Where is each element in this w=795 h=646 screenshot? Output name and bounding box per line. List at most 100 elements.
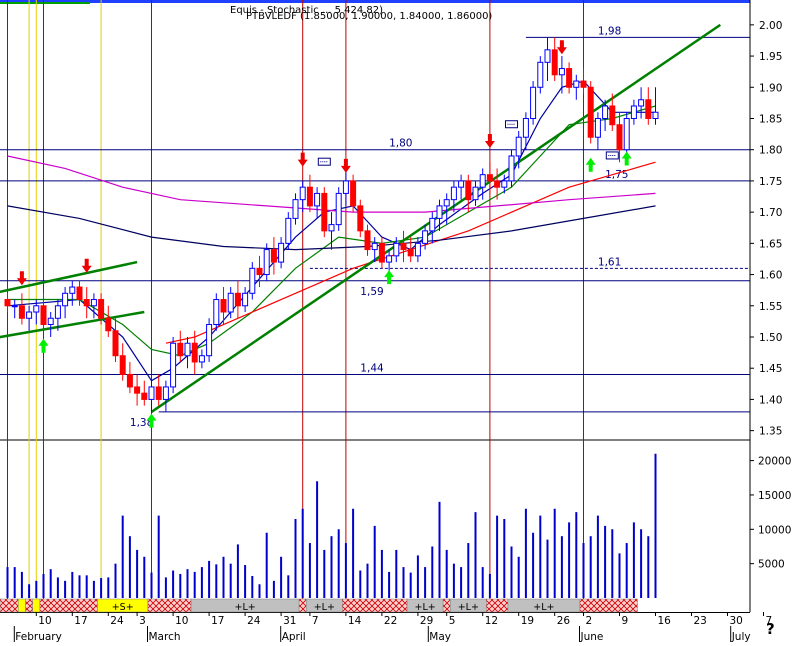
candle-body [119,355,126,375]
candle-body [458,180,465,188]
date-label: 3 [139,615,146,627]
signal-strip-label: +L+ [458,602,479,613]
sell-arrow-icon [340,158,351,173]
candle-body [148,386,155,400]
candle-body [472,186,479,201]
candle-body [551,49,558,76]
sell-arrow-icon [297,152,308,167]
date-label: 5 [449,615,456,627]
candle-body [530,86,537,119]
candle-body [616,124,623,151]
candle-body [134,386,141,394]
price-axis-label: 1.95 [759,51,782,63]
date-label: 9 [622,615,629,627]
candle-body [645,99,652,119]
candle-body [162,386,169,400]
candle-body [299,186,306,201]
candle-body [515,136,522,157]
price-axis-label: 2.00 [759,20,782,32]
volume-axis-label: 15000 [758,490,791,502]
date-label: 19 [521,615,534,627]
help-question-button[interactable]: ? [766,620,775,638]
candle-body [479,174,486,188]
candle-body [350,180,357,207]
candle-body [566,68,573,88]
candle-body [342,180,349,194]
candle-body [270,249,277,263]
buy-arrow-icon [585,157,596,172]
candle-body [508,155,515,182]
signal-strip-label: +S+ [112,602,134,613]
candle-body [76,286,83,301]
candle-body [407,249,414,257]
candle-body [90,299,97,307]
candle-body [558,68,565,76]
candle-body [371,242,378,251]
candle-body [429,217,436,232]
trend-line [150,23,722,413]
candle-body [335,192,342,226]
candle-body [364,230,371,251]
price-axis-label: 1.60 [759,270,782,282]
candle-body [263,249,270,276]
month-label: February [15,631,62,642]
candle-body [155,386,162,400]
candle-body [105,317,112,332]
price-axis-label: 1.90 [759,82,782,94]
signal-strip-label: +L+ [234,602,255,613]
level-label: 1,59 [360,286,383,298]
candle-body [54,305,61,319]
price-axis-label: 1.40 [759,394,782,406]
candle-body [443,199,450,207]
signal-strip-segment [486,598,509,613]
candle-body [393,242,400,257]
date-label: 2 [586,615,593,627]
price-axis-label: 1.75 [759,176,782,188]
buy-arrow-icon [621,151,632,166]
signal-strip-label: +L+ [533,602,554,613]
signal-strip-label: +L+ [314,602,335,613]
month-label: April [282,631,306,642]
month-label: May [429,631,451,642]
price-axis-label: 1.55 [759,301,782,313]
date-label: 31 [283,615,296,627]
candle-body [328,224,335,232]
candle-body [191,342,198,363]
candle-body [83,299,90,307]
candle-body [652,111,659,119]
level-label: 1,80 [389,138,412,150]
candle-body [450,186,457,201]
volume-axis-label: 10000 [758,524,791,536]
candle-body [234,292,241,307]
date-label: 29 [420,615,433,627]
date-label: 24 [247,615,261,627]
buy-arrow-icon [384,270,395,285]
title-line-2: PTBVLEDF (1.85000, 1.90000, 1.84000, 1.8… [246,11,492,22]
candle-body [357,205,364,232]
date-label: 10 [38,615,51,627]
candle-body [98,299,105,319]
date-label: 16 [658,615,672,627]
date-label: 10 [175,615,188,627]
candle-body [33,305,40,313]
candle-body [213,299,220,326]
price-axis-label: 1.70 [759,207,782,219]
candle-body [414,242,421,257]
signal-strip-label: +L+ [414,602,435,613]
candle-body [4,299,11,307]
candle-body [112,330,119,357]
date-label: 17 [74,615,87,627]
candle-body [522,117,529,138]
date-label: 26 [557,615,571,627]
price-axis-label: 1.35 [759,426,782,438]
candle-body [220,299,227,313]
date-label: 12 [485,615,498,627]
candle-body [544,49,551,63]
date-label: 17 [211,615,224,627]
signal-strip-segment [298,598,307,613]
signal-strip-segment [32,598,41,613]
candle-body [638,99,645,107]
price-axis-label: 1.50 [759,332,782,344]
candle-body [206,324,213,357]
date-label: 23 [694,615,707,627]
